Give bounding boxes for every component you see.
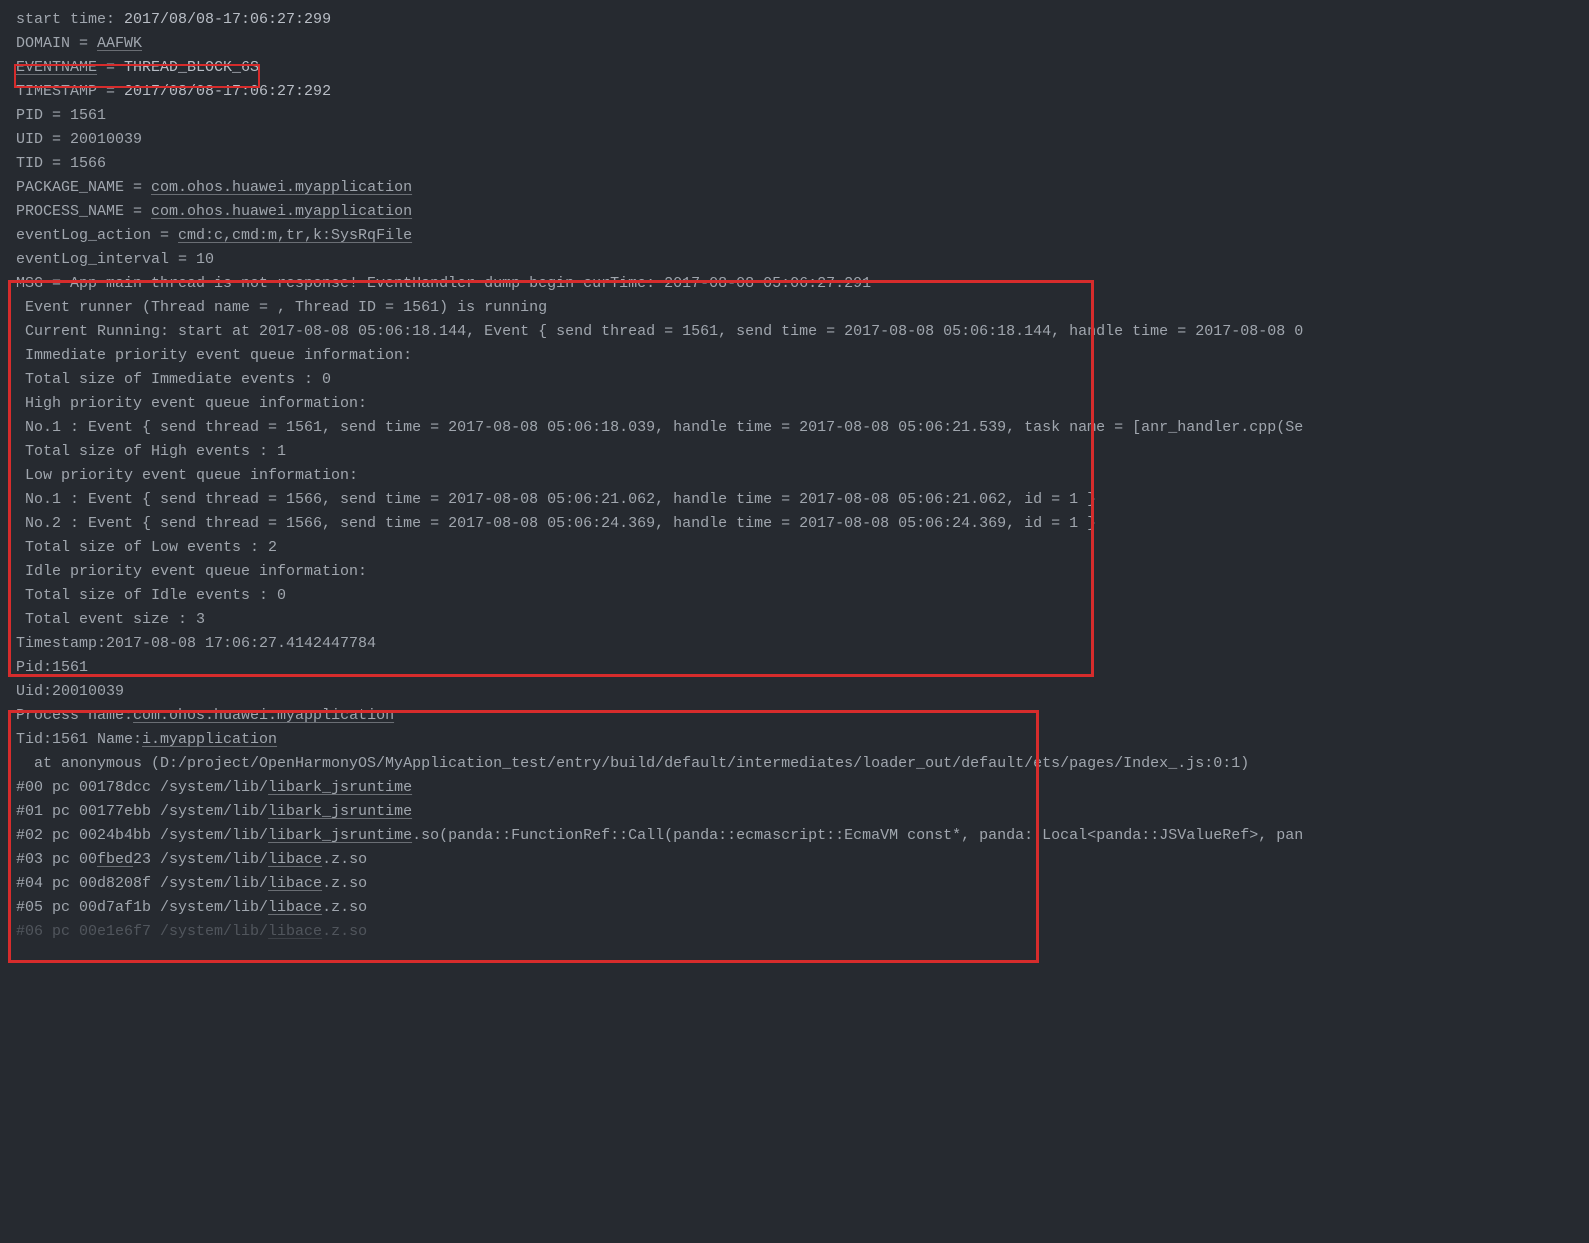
text: #02 pc 0024b4bb /system/lib/ (16, 827, 268, 844)
lib: libace (268, 899, 322, 916)
log-line: TID = 1566 (0, 152, 1589, 176)
label: PACKAGE_NAME = (16, 179, 151, 196)
text: #01 pc 00177ebb /system/lib/ (16, 803, 268, 820)
log-line: No.1 : Event { send thread = 1561, send … (0, 416, 1589, 440)
log-line: Total size of High events : 1 (0, 440, 1589, 464)
log-line: Total event size : 3 (0, 608, 1589, 632)
label: PROCESS_NAME = (16, 203, 151, 220)
log-line: #01 pc 00177ebb /system/lib/libark_jsrun… (0, 800, 1589, 824)
log-line: #05 pc 00d7af1b /system/lib/libace.z.so (0, 896, 1589, 920)
text: #05 pc 00d7af1b /system/lib/ (16, 899, 268, 916)
log-line: MSG = App main thread is not response! E… (0, 272, 1589, 296)
text: #00 pc 00178dcc /system/lib/ (16, 779, 268, 796)
label: Tid:1561 Name: (16, 731, 142, 748)
label: EVENTNAME (16, 59, 97, 76)
log-line: #03 pc 00fbed23 /system/lib/libace.z.so (0, 848, 1589, 872)
suffix: .so(panda::FunctionRef::Call(panda::ecma… (412, 827, 1303, 844)
log-line: Tid:1561 Name:i.myapplication (0, 728, 1589, 752)
lib: libark_jsruntime (268, 779, 412, 796)
frag: fbed (97, 851, 133, 868)
suffix: .z.so (322, 851, 367, 868)
text: #03 pc 00 (16, 851, 97, 868)
log-line: Total size of Low events : 2 (0, 536, 1589, 560)
log-line: #02 pc 0024b4bb /system/lib/libark_jsrun… (0, 824, 1589, 848)
log-line: Low priority event queue information: (0, 464, 1589, 488)
value: 2017/08/08-17:06:27:292 (124, 83, 331, 100)
value: com.ohos.huawei.myapplication (151, 203, 412, 220)
log-line: High priority event queue information: (0, 392, 1589, 416)
value: THREAD_BLOCK_6S (124, 59, 259, 76)
value: AAFWK (97, 35, 142, 52)
log-line: Timestamp:2017-08-08 17:06:27.4142447784 (0, 632, 1589, 656)
log-line: #00 pc 00178dcc /system/lib/libark_jsrun… (0, 776, 1589, 800)
log-line: Current Running: start at 2017-08-08 05:… (0, 320, 1589, 344)
text: #04 pc 00d8208f /system/lib/ (16, 875, 268, 892)
log-line: No.1 : Event { send thread = 1566, send … (0, 488, 1589, 512)
value: com.ohos.huawei.myapplication (133, 707, 394, 724)
log-line: PACKAGE_NAME = com.ohos.huawei.myapplica… (0, 176, 1589, 200)
log-line: Process name:com.ohos.huawei.myapplicati… (0, 704, 1589, 728)
log-line: eventLog_interval = 10 (0, 248, 1589, 272)
value: cmd:c,cmd:m,tr,k:SysRqFile (178, 227, 412, 244)
log-line: Event runner (Thread name = , Thread ID … (0, 296, 1589, 320)
label: start time: (16, 11, 124, 28)
label: eventLog_action = (16, 227, 178, 244)
log-line: Total size of Immediate events : 0 (0, 368, 1589, 392)
log-line: #04 pc 00d8208f /system/lib/libace.z.so (0, 872, 1589, 896)
log-line: Idle priority event queue information: (0, 560, 1589, 584)
lib: libace (268, 851, 322, 868)
equals: = (97, 59, 124, 76)
suffix: .z.so (322, 899, 367, 916)
label: DOMAIN = (16, 35, 97, 52)
log-line: start time: 2017/08/08-17:06:27:299 (0, 8, 1589, 32)
log-line: Immediate priority event queue informati… (0, 344, 1589, 368)
log-line: No.2 : Event { send thread = 1566, send … (0, 512, 1589, 536)
value: com.ohos.huawei.myapplication (151, 179, 412, 196)
log-output: start time: 2017/08/08-17:06:27:299 DOMA… (0, 8, 1589, 1243)
label: TIMESTAMP = (16, 83, 124, 100)
log-line: Pid:1561 (0, 656, 1589, 680)
log-line: PID = 1561 (0, 104, 1589, 128)
value: 2017/08/08-17:06:27:299 (124, 11, 331, 28)
log-line: UID = 20010039 (0, 128, 1589, 152)
log-line: Total size of Idle events : 0 (0, 584, 1589, 608)
log-line: PROCESS_NAME = com.ohos.huawei.myapplica… (0, 200, 1589, 224)
log-line: #06 pc 00e1e6f7 /system/lib/libace.z.so (0, 920, 1589, 944)
lib: libace (268, 923, 322, 940)
lib: libace (268, 875, 322, 892)
log-line: at anonymous (D:/project/OpenHarmonyOS/M… (0, 752, 1589, 776)
log-line: Uid:20010039 (0, 680, 1589, 704)
suffix: .z.so (322, 875, 367, 892)
log-line: DOMAIN = AAFWK (0, 32, 1589, 56)
text: #06 pc 00e1e6f7 /system/lib/ (16, 923, 268, 940)
text: 23 /system/lib/ (133, 851, 268, 868)
suffix: .z.so (322, 923, 367, 940)
lib: libark_jsruntime (268, 827, 412, 844)
log-line: eventLog_action = cmd:c,cmd:m,tr,k:SysRq… (0, 224, 1589, 248)
value: i.myapplication (142, 731, 277, 748)
lib: libark_jsruntime (268, 803, 412, 820)
log-line: TIMESTAMP = 2017/08/08-17:06:27:292 (0, 80, 1589, 104)
log-line: EVENTNAME = THREAD_BLOCK_6S (0, 56, 1589, 80)
label: Process name: (16, 707, 133, 724)
